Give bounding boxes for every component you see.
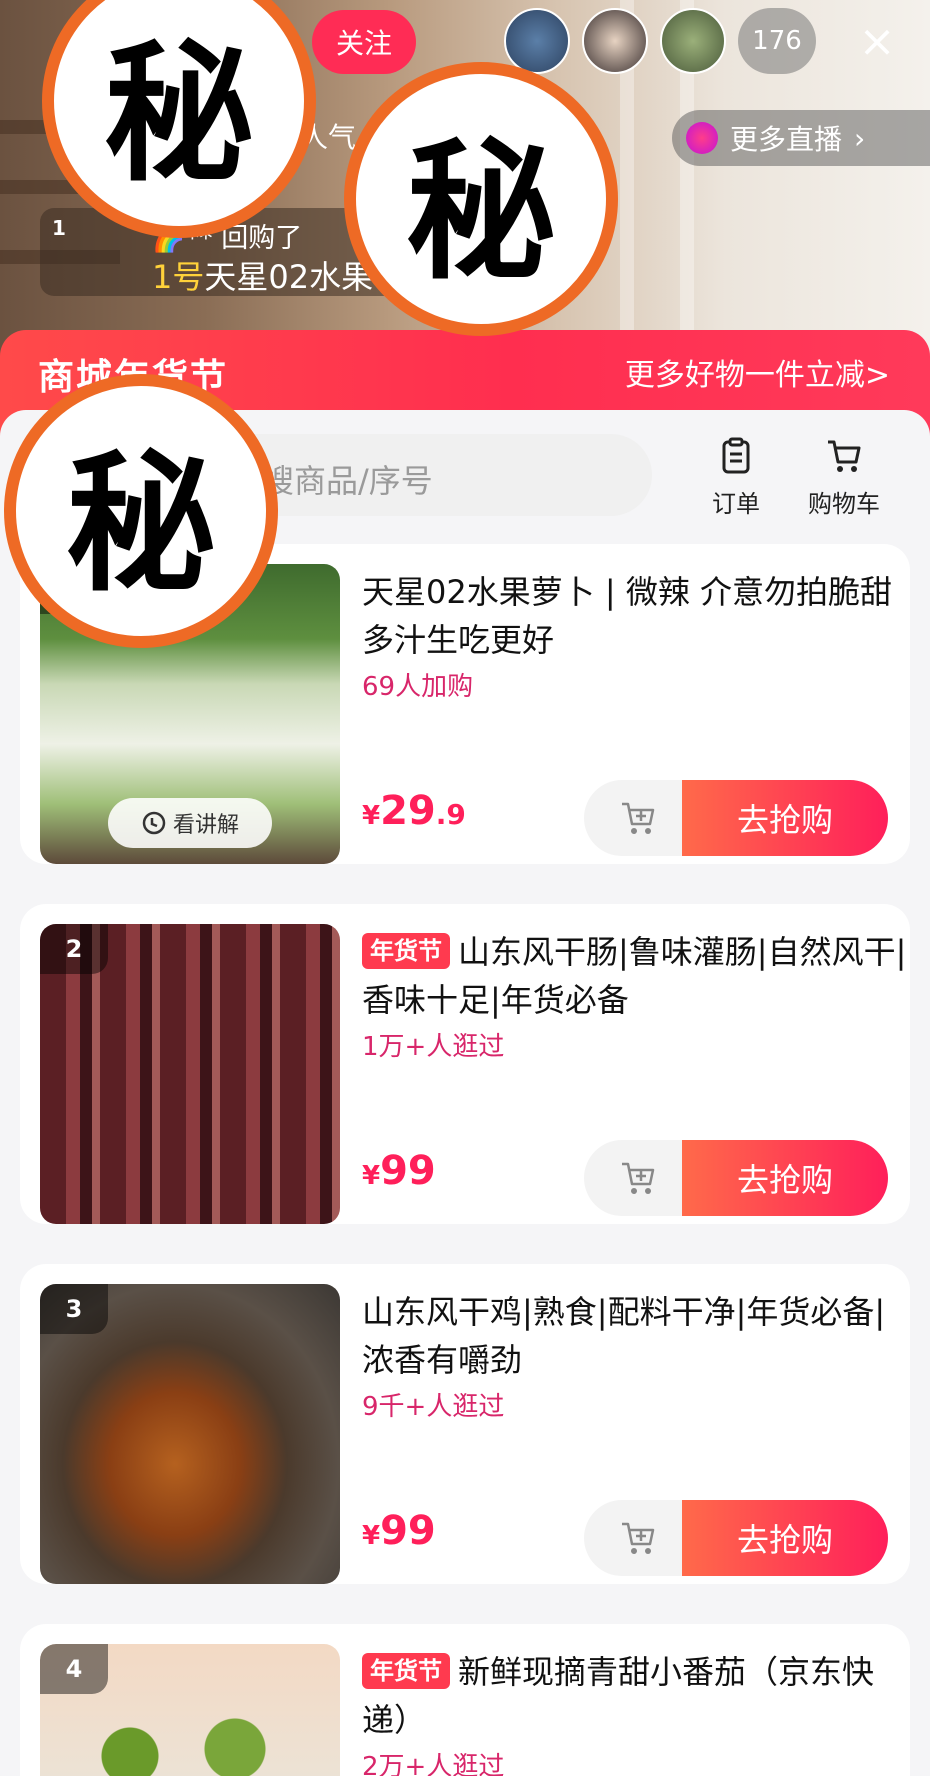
orders-button[interactable]: 订单 — [686, 436, 786, 519]
product-name[interactable]: 年货节 山东风干肠|鲁味灌肠|自然风干|香味十足|年货必备 — [362, 928, 910, 1024]
price-integer: 99 — [380, 1508, 436, 1554]
shopping-cart-icon — [828, 440, 861, 472]
chevron-right-icon: › — [854, 121, 866, 155]
add-to-cart-button[interactable] — [584, 1140, 694, 1216]
currency-symbol: ¥ — [362, 1161, 381, 1191]
follow-button[interactable]: 关注 — [312, 10, 416, 74]
product-card[interactable]: 3 山东风干鸡|熟食|配料干净|年货必备|浓香有嚼劲 9千+人逛过 ¥99 去抢… — [20, 1264, 910, 1584]
product-name[interactable]: 山东风干鸡|熟食|配料干净|年货必备|浓香有嚼劲 — [362, 1288, 910, 1384]
product-stats: 69人加购 — [362, 672, 474, 702]
product-stats: 1万+人逛过 — [362, 1032, 505, 1062]
buy-now-button[interactable]: 去抢购 — [682, 780, 888, 856]
price-integer: 29 — [380, 788, 436, 834]
viewer-count[interactable]: 176 — [738, 8, 816, 74]
repurchase-number: 1号 — [152, 258, 205, 296]
buy-now-button[interactable]: 去抢购 — [682, 1500, 888, 1576]
live-icon — [686, 122, 718, 154]
more-live-label: 更多直播 — [730, 123, 843, 156]
cart-button[interactable]: 购物车 — [794, 436, 894, 519]
product-price: ¥99 — [362, 1148, 436, 1194]
product-stats: 2万+人逛过 — [362, 1752, 505, 1776]
viewer-avatar[interactable] — [660, 8, 726, 74]
product-name[interactable]: 年货节 新鲜现摘青甜小番茄（京东快递） — [362, 1648, 910, 1744]
repurchase-product: 1号天星02水果 — [152, 252, 373, 298]
product-stats: 9千+人逛过 — [362, 1392, 505, 1422]
product-index: 4 — [40, 1644, 108, 1694]
replay-icon — [142, 811, 166, 835]
product-index: 3 — [40, 1284, 108, 1334]
currency-symbol: ¥ — [362, 1521, 381, 1551]
currency-symbol: ¥ — [362, 801, 381, 831]
clipboard-icon — [722, 437, 750, 474]
more-live-button[interactable]: 更多直播 › — [672, 110, 930, 166]
product-image[interactable]: 4 — [40, 1644, 340, 1776]
watch-explanation-button[interactable]: 看讲解 — [108, 798, 272, 848]
add-to-cart-icon — [622, 1162, 655, 1194]
festival-promo-link[interactable]: 更多好物一件立减> — [625, 350, 890, 394]
watch-explanation-label: 看讲解 — [172, 813, 239, 838]
product-index: 2 — [40, 924, 108, 974]
cart-label: 购物车 — [808, 490, 880, 518]
product-price: ¥99 — [362, 1508, 436, 1554]
product-card[interactable]: 2 年货节 山东风干肠|鲁味灌肠|自然风干|香味十足|年货必备 1万+人逛过 ¥9… — [20, 904, 910, 1224]
product-image[interactable]: 3 — [40, 1284, 340, 1584]
add-to-cart-icon — [622, 1522, 655, 1554]
watermark: IIIIIIIIIIII — [736, 1744, 865, 1774]
viewer-avatar[interactable] — [504, 8, 570, 74]
buy-now-button[interactable]: 去抢购 — [682, 1140, 888, 1216]
search-placeholder: 搜商品/序号 — [262, 462, 433, 500]
add-to-cart-button[interactable] — [584, 1500, 694, 1576]
repurchase-product-name: 天星02水果 — [204, 258, 374, 296]
orders-label: 订单 — [712, 490, 760, 518]
close-icon[interactable]: × — [852, 16, 902, 67]
price-integer: 99 — [380, 1148, 436, 1194]
festival-tag: 年货节 — [362, 1653, 450, 1689]
product-image[interactable]: 2 — [40, 924, 340, 1224]
festival-tag: 年货节 — [362, 933, 450, 969]
add-to-cart-button[interactable] — [584, 780, 694, 856]
product-name[interactable]: 天星02水果萝卜 | 微辣 介意勿拍脆甜多汁生吃更好 — [362, 568, 910, 664]
product-price: ¥29.9 — [362, 788, 466, 834]
product-thumbnail: 1 — [46, 214, 128, 290]
thumbnail-index: 1 — [52, 216, 66, 240]
censor-stamp: 秘 — [4, 374, 278, 648]
price-decimal: .9 — [435, 798, 466, 831]
viewer-avatar[interactable] — [582, 8, 648, 74]
censor-stamp: 秘 — [344, 62, 618, 336]
add-to-cart-icon — [622, 802, 655, 834]
